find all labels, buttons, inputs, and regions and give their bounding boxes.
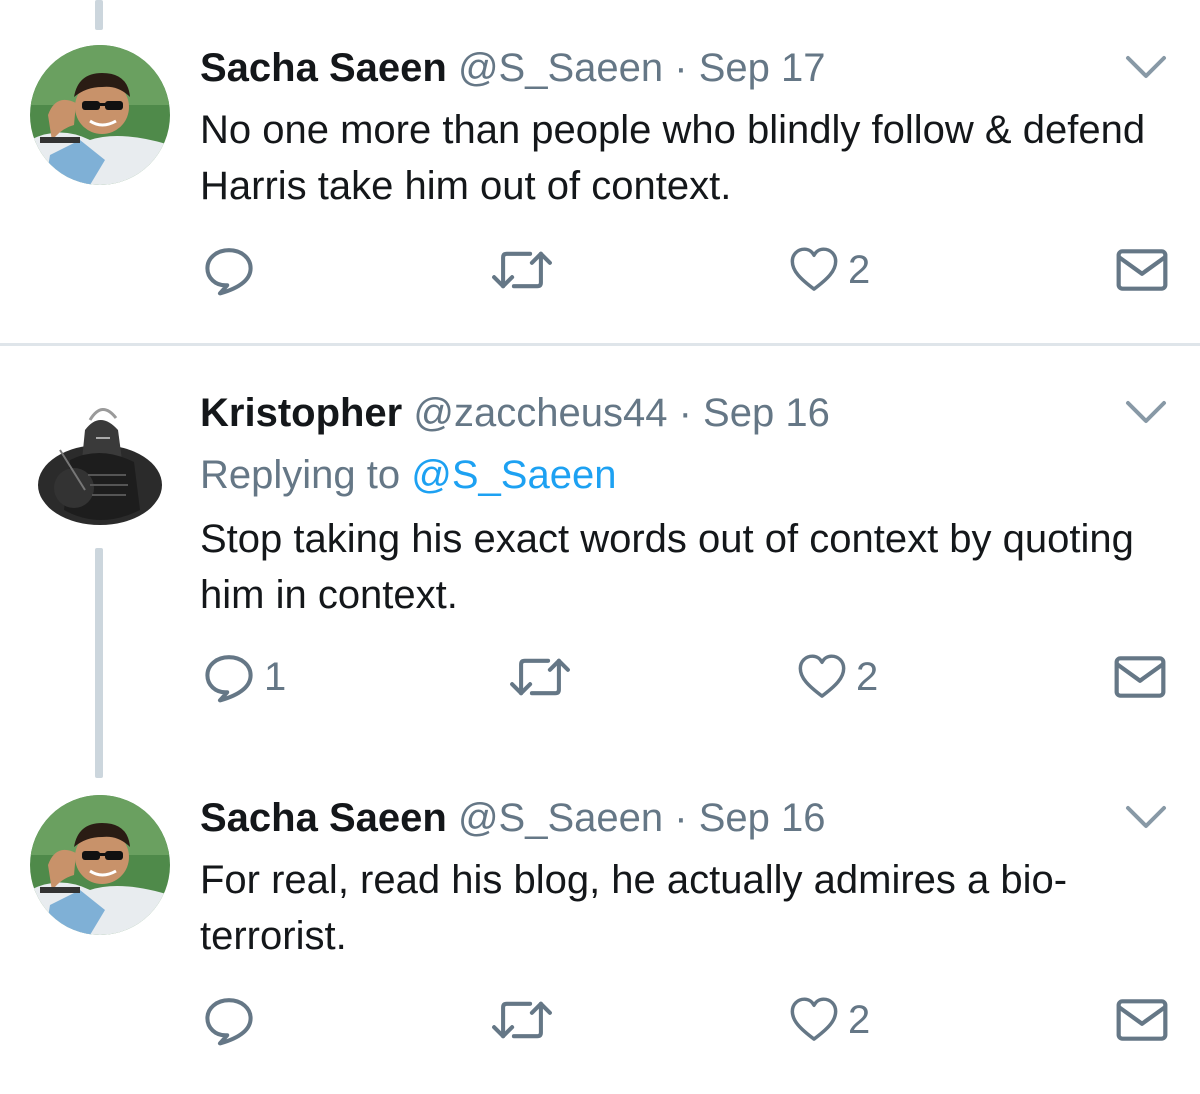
tweet-date[interactable]: Sep 16 xyxy=(703,391,830,435)
reply-button[interactable] xyxy=(202,240,264,300)
separator-dot: · xyxy=(678,391,692,435)
tweet-text: Stop taking his exact words out of conte… xyxy=(200,517,1134,617)
retweet-icon xyxy=(508,650,572,704)
heart-icon xyxy=(796,651,848,703)
tweet-date[interactable]: Sep 16 xyxy=(699,796,826,840)
user-handle[interactable]: @zaccheus44 xyxy=(413,391,667,435)
display-name[interactable]: Sacha Saeen xyxy=(200,46,447,90)
tweet-header: Sacha Saeen @S_Saeen · Sep 16 xyxy=(200,793,826,843)
display-name[interactable]: Sacha Saeen xyxy=(200,796,447,840)
chevron-down-icon[interactable] xyxy=(1124,52,1168,82)
like-button[interactable]: 2 xyxy=(788,240,870,300)
reply-button[interactable] xyxy=(202,990,264,1050)
direct-message-button[interactable] xyxy=(1114,990,1170,1050)
person-sunglasses-avatar-icon xyxy=(30,45,170,185)
tweet-2[interactable]: Kristopher @zaccheus44 · Sep 16 Replying… xyxy=(0,385,1200,765)
direct-message-button[interactable] xyxy=(1112,647,1168,707)
chevron-down-icon[interactable] xyxy=(1124,802,1168,832)
avatar[interactable] xyxy=(30,390,170,530)
heart-icon xyxy=(788,244,840,296)
person-sunglasses-avatar-icon xyxy=(30,795,170,935)
like-button[interactable]: 2 xyxy=(788,990,870,1050)
retweet-button[interactable] xyxy=(490,240,562,300)
like-count: 2 xyxy=(848,998,871,1042)
envelope-icon xyxy=(1112,649,1168,705)
replying-to: Replying to @S_Saeen xyxy=(200,450,616,500)
tweet-header: Kristopher @zaccheus44 · Sep 16 xyxy=(200,388,830,438)
envelope-icon xyxy=(1114,992,1170,1048)
avatar[interactable] xyxy=(30,795,170,935)
like-count: 2 xyxy=(848,248,871,292)
direct-message-button[interactable] xyxy=(1114,240,1170,300)
tweet-divider xyxy=(0,343,1200,346)
separator-dot: · xyxy=(674,796,688,840)
like-count: 2 xyxy=(856,655,879,699)
tweet-text: No one more than people who blindly foll… xyxy=(200,108,1146,208)
tweet-1[interactable]: Sacha Saeen @S_Saeen · Sep 17 No one mor… xyxy=(0,40,1200,340)
envelope-icon xyxy=(1114,242,1170,298)
reply-button[interactable]: 1 xyxy=(202,647,286,707)
reply-icon xyxy=(202,993,256,1047)
heart-icon xyxy=(788,994,840,1046)
tweet-3[interactable]: Sacha Saeen @S_Saeen · Sep 16 For real, … xyxy=(0,790,1200,1090)
separator-dot: · xyxy=(674,46,688,90)
display-name[interactable]: Kristopher xyxy=(200,391,402,435)
replying-to-mention[interactable]: @S_Saeen xyxy=(411,453,616,497)
retweet-icon xyxy=(490,243,554,297)
tweet-text: For real, read his blog, he actually adm… xyxy=(200,858,1068,958)
retweet-icon xyxy=(490,993,554,1047)
replying-to-label: Replying to xyxy=(200,453,401,497)
like-button[interactable]: 2 xyxy=(796,647,878,707)
reply-icon xyxy=(202,243,256,297)
tweet-date[interactable]: Sep 17 xyxy=(699,46,826,90)
user-handle[interactable]: @S_Saeen xyxy=(458,796,663,840)
tweet-feed: Sacha Saeen @S_Saeen · Sep 17 No one mor… xyxy=(0,0,1200,1094)
retweet-button[interactable] xyxy=(490,990,562,1050)
user-handle[interactable]: @S_Saeen xyxy=(458,46,663,90)
chevron-down-icon[interactable] xyxy=(1124,397,1168,427)
thread-line-connector xyxy=(95,548,103,778)
reply-count: 1 xyxy=(264,655,287,699)
thread-line-top xyxy=(95,0,103,30)
reply-icon xyxy=(202,650,256,704)
avatar[interactable] xyxy=(30,45,170,185)
tweet-header: Sacha Saeen @S_Saeen · Sep 17 xyxy=(200,43,826,93)
armored-knight-avatar-icon xyxy=(30,390,170,530)
retweet-button[interactable] xyxy=(508,647,580,707)
